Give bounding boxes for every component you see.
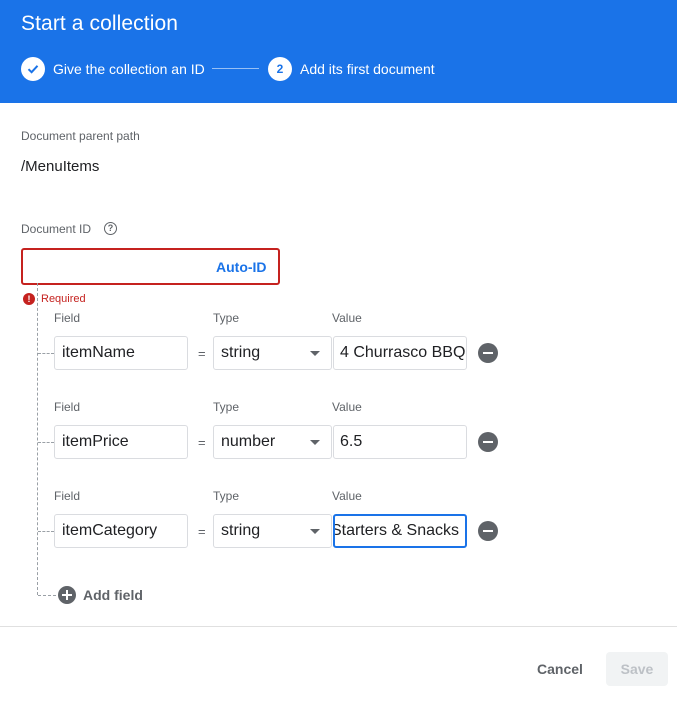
document-id-label: Document ID — [21, 222, 92, 236]
parent-path-value: /MenuItems — [21, 158, 100, 175]
field-header: Field — [54, 400, 81, 414]
type-header: Type — [213, 311, 240, 325]
equals-sign: = — [198, 524, 206, 539]
type-select-value: number — [221, 433, 276, 450]
field-value-input[interactable]: 4 Churrasco BBQ — [333, 336, 467, 370]
error-message: Required — [41, 293, 86, 305]
save-button[interactable]: Save — [606, 652, 668, 686]
remove-field-icon[interactable] — [478, 521, 498, 541]
tree-connector-branch — [38, 442, 54, 443]
value-header: Value — [332, 489, 362, 503]
help-circle-icon[interactable]: ? — [104, 222, 117, 235]
field-value-input[interactable]: Starters & Snacks — [333, 514, 467, 548]
equals-sign: = — [198, 435, 206, 450]
dialog-header: Start a collection Give the collection a… — [0, 0, 677, 103]
type-select[interactable]: string — [213, 514, 332, 548]
value-header: Value — [332, 311, 362, 325]
step-1-label: Give the collection an ID — [53, 61, 205, 77]
add-circle-icon[interactable] — [58, 586, 76, 604]
step-1: Give the collection an ID — [21, 57, 205, 81]
tree-connector-branch — [38, 531, 54, 532]
type-select-value: string — [221, 344, 261, 361]
value-header: Value — [332, 400, 362, 414]
step-connector — [212, 68, 259, 69]
step-2: 2 Add its first document — [268, 57, 435, 81]
tree-connector-branch — [38, 595, 56, 596]
remove-field-icon[interactable] — [478, 432, 498, 452]
dropdown-arrow-icon — [310, 351, 320, 356]
document-id-input[interactable] — [29, 254, 203, 280]
field-value-text: Starters & Snacks — [333, 522, 459, 539]
equals-sign: = — [198, 346, 206, 361]
type-select-value: string — [221, 522, 261, 539]
step-2-number: 2 — [268, 57, 292, 81]
field-header: Field — [54, 311, 81, 325]
dropdown-arrow-icon — [310, 529, 320, 534]
error-icon: ! — [23, 293, 35, 305]
field-header: Field — [54, 489, 81, 503]
field-name-input[interactable]: itemCategory — [54, 514, 188, 548]
parent-path-label: Document parent path — [21, 129, 140, 143]
type-select[interactable]: number — [213, 425, 332, 459]
add-field-button[interactable]: Add field — [83, 587, 143, 603]
step-2-label: Add its first document — [300, 61, 435, 77]
field-name-input[interactable]: itemName — [54, 336, 188, 370]
field-name-input[interactable]: itemPrice — [54, 425, 188, 459]
document-id-field[interactable]: Auto-ID — [21, 248, 280, 285]
auto-id-button[interactable]: Auto-ID — [216, 259, 267, 275]
type-header: Type — [213, 489, 240, 503]
check-icon — [21, 57, 45, 81]
dialog-title: Start a collection — [21, 12, 179, 35]
field-value-input[interactable]: 6.5 — [333, 425, 467, 459]
remove-field-icon[interactable] — [478, 343, 498, 363]
tree-connector-branch — [38, 353, 54, 354]
dropdown-arrow-icon — [310, 440, 320, 445]
cancel-button[interactable]: Cancel — [537, 661, 583, 677]
footer-divider — [0, 626, 677, 627]
tree-connector — [37, 283, 38, 595]
type-header: Type — [213, 400, 240, 414]
type-select[interactable]: string — [213, 336, 332, 370]
